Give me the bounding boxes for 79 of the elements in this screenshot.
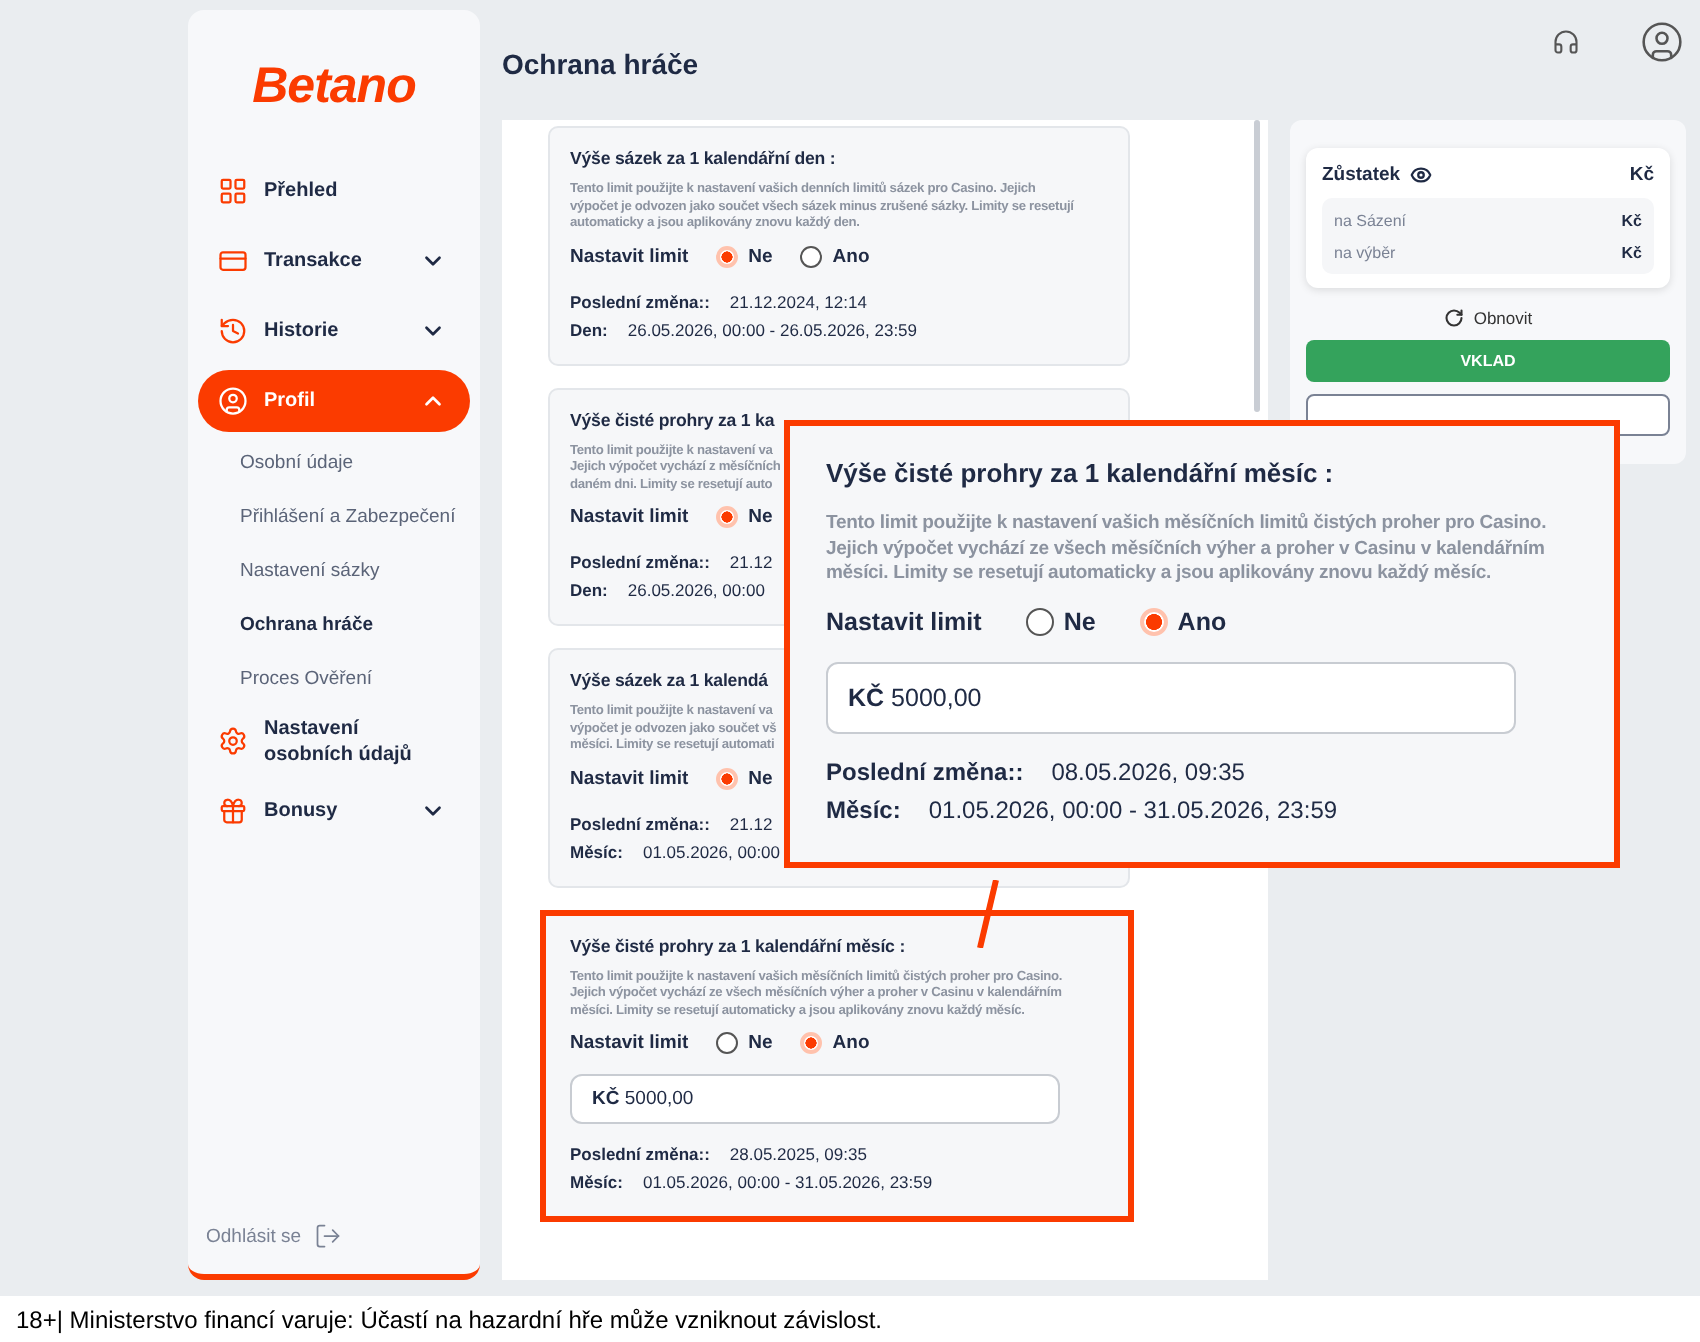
nav-subitem[interactable]: Nastavení sázky	[198, 544, 470, 598]
info-value: 08.05.2026, 09:35	[1051, 755, 1245, 789]
radio-option[interactable]: Ne	[716, 506, 773, 528]
support-icon[interactable]	[1552, 28, 1580, 56]
info-label: Poslední změna::	[826, 755, 1024, 789]
logout-icon	[313, 1222, 342, 1250]
info-label: Měsíc:	[570, 1170, 623, 1196]
card-description: měsíci. Limity se resetují automaticky a jsou aplikovány znovu každý měsíc.	[826, 562, 1491, 587]
card-description: Jejich výpočet vychází ze všech měsíčních výher a proher v Casinu v kalendářním	[826, 537, 1545, 562]
nav-item[interactable]: Historie	[198, 300, 470, 362]
limit-label: Nastavit limit	[570, 1032, 689, 1054]
balance-value: Kč	[1621, 211, 1642, 229]
info-label: Měsíc:	[570, 839, 623, 865]
page-title: Ochrana hráče	[502, 47, 699, 79]
logout-link[interactable]: Odhlásit se	[198, 1222, 470, 1250]
scrollbar[interactable]	[1254, 120, 1260, 412]
balance-value: Kč	[1621, 243, 1642, 261]
info-value: 01.05.2026, 00:00	[642, 839, 781, 865]
balance-label: na výběr	[1334, 243, 1396, 261]
nav-subitem[interactable]: Ochrana hráče	[198, 598, 470, 652]
info-value: 21.12.2024, 12:14	[729, 289, 867, 315]
info-label: Den:	[570, 578, 608, 604]
limit-label: Nastavit limit	[570, 245, 689, 267]
account-icon[interactable]	[1640, 20, 1684, 64]
nav-item[interactable]: Nastavení osobních údajů	[198, 710, 470, 772]
card-title: Výše sázek za 1 kalendářní den :	[570, 148, 836, 168]
info-value: 28.05.2025, 09:35	[729, 1142, 867, 1168]
balance-value: Kč	[1629, 164, 1654, 186]
nav-subitem[interactable]: Proces Ověření	[198, 652, 470, 706]
radio-option[interactable]: Ne	[716, 767, 773, 789]
balance-title: Zůstatek	[1322, 164, 1401, 186]
balance-label: na Sázení	[1334, 211, 1407, 229]
card-title: Výše čisté prohry za 1 kalendářní měsíc :	[570, 935, 906, 955]
info-value: 01.05.2026, 00:00 - 31.05.2026, 23:59	[642, 1170, 933, 1196]
nav-item[interactable]: Profil	[198, 370, 470, 432]
info-value: 26.05.2026, 00:00	[627, 578, 765, 604]
gift-icon	[218, 796, 248, 826]
radio-button[interactable]	[716, 1032, 739, 1054]
grid-icon	[218, 176, 248, 206]
nav-item[interactable]: Přehled	[198, 160, 470, 222]
radio-option[interactable]: Ano	[800, 245, 870, 267]
info-value: 21.12	[729, 550, 773, 576]
nav-subitem[interactable]: Přihlášení a Zabezpečení	[198, 490, 470, 544]
info-label: Poslední změna::	[570, 289, 710, 315]
limit-label: Nastavit limit	[570, 767, 689, 789]
info-value: 21.12	[729, 811, 773, 837]
radio-option[interactable]: Ano	[1139, 607, 1227, 635]
user-icon	[218, 386, 248, 416]
nav-item[interactable]: Bonusy	[198, 780, 470, 842]
limit-label: Nastavit limit	[826, 607, 982, 635]
amount-field[interactable]: KČ 5000,00	[570, 1074, 1060, 1124]
radio-button[interactable]	[800, 245, 823, 267]
info-label: Měsíc:	[826, 793, 901, 827]
info-value: 01.05.2026, 00:00 - 31.05.2026, 23:59	[928, 793, 1338, 827]
radio-option[interactable]: Ne	[716, 1032, 773, 1054]
radio-button[interactable]	[1025, 607, 1054, 635]
info-label: Den:	[570, 317, 608, 343]
info-label: Poslední změna::	[570, 811, 710, 837]
radio-option[interactable]: Ano	[800, 1032, 870, 1054]
amount-field[interactable]: KČ 5000,00	[826, 661, 1516, 733]
nav-subitem[interactable]: Osobní údaje	[198, 436, 470, 490]
history-icon	[218, 316, 248, 346]
card-title: Výše čisté prohry za 1 kalendářní měsíc :	[826, 458, 1334, 488]
nav-item[interactable]: Transakce	[198, 230, 470, 292]
refresh-link[interactable]: Obnovit	[1306, 308, 1670, 328]
card-title: Výše sázek za 1 kalendá	[570, 670, 768, 690]
settings-icon	[218, 726, 248, 756]
eye-icon[interactable]	[1410, 164, 1433, 186]
radio-option[interactable]: Ne	[716, 245, 773, 267]
credit-card-icon	[218, 246, 248, 276]
radio-option[interactable]: Ne	[1025, 607, 1096, 635]
card-title: Výše čisté prohry za 1 ka	[570, 409, 775, 429]
card-description: Tento limit použijte k nastavení vašich měsíčních limitů čistých proher pro Casino.	[826, 512, 1547, 537]
limit-label: Nastavit limit	[570, 506, 689, 528]
info-label: Poslední změna::	[570, 550, 710, 576]
info-value: 26.05.2026, 00:00 - 26.05.2026, 23:59	[627, 317, 918, 343]
logo: Betano	[252, 58, 416, 116]
refresh-icon	[1443, 308, 1464, 328]
info-label: Poslední změna::	[570, 1142, 710, 1168]
